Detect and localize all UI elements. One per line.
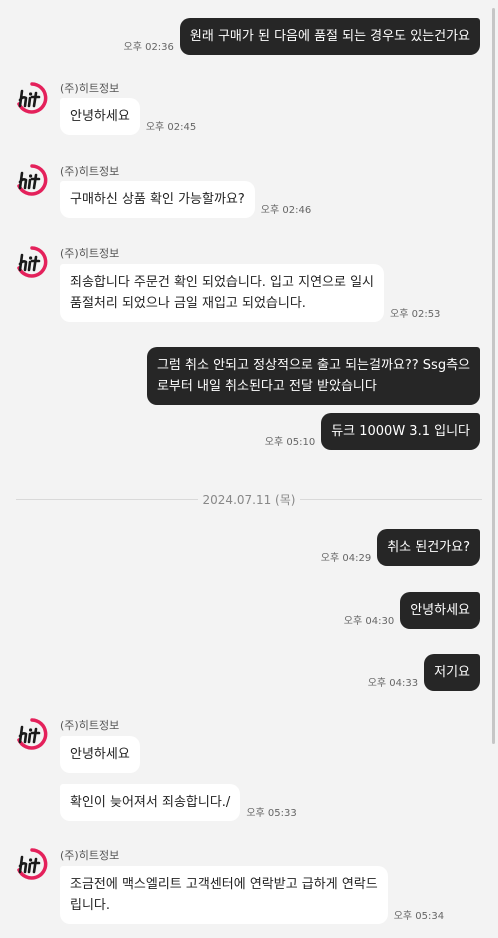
message-row-incoming: 안녕하세요 오후 02:45	[0, 98, 490, 135]
message-line: 로부터 내일 취소된다고 전달 받았습니다	[156, 379, 377, 394]
sender-name: (주)히트정보	[60, 849, 120, 862]
message-bubble-outgoing: 듀크 1000W 3.1 입니다	[321, 413, 480, 450]
message-line: 죄송합니다 주문건 확인 되었습니다. 입고 지연으로 일시	[70, 275, 375, 290]
message-line: 립니다.	[70, 898, 111, 913]
message-time: 오후 05:10	[264, 437, 316, 448]
chat-conversation: 오후 02:36 원래 구매가 된 다음에 품절 되는 경우도 있는건가요 (주…	[0, 0, 498, 938]
message-bubble-outgoing: 그럼 취소 안되고 정상적으로 출고 되는걸까요?? Ssg측으 로부터 내일 …	[146, 347, 480, 405]
message-time: 오후 02:53	[390, 309, 441, 320]
message-row-outgoing: 오후 05:10 듀크 1000W 3.1 입니다	[0, 413, 490, 450]
message-bubble-incoming: 안녕하세요	[60, 98, 140, 135]
sender-name: (주)히트정보	[60, 165, 120, 178]
message-bubble-outgoing: 안녕하세요	[400, 592, 480, 629]
message-time: 오후 05:33	[246, 808, 297, 819]
message-bubble-incoming: 확인이 늦어져서 죄송합니다./	[60, 784, 241, 821]
message-bubble-outgoing: 취소 된건가요?	[377, 529, 480, 566]
message-line: 조금전에 맥스엘리트 고객센터에 연락받고 급하게 연락드	[70, 877, 378, 892]
message-row-incoming: 죄송합니다 주문건 확인 되었습니다. 입고 지연으로 일시 품절처리 되었으나…	[0, 264, 490, 322]
message-row-outgoing: 오후 04:33 저기요	[0, 654, 490, 691]
message-row-incoming: 확인이 늦어져서 죄송합니다./ 오후 05:33	[0, 784, 490, 821]
message-time: 오후 04:29	[320, 553, 372, 564]
message-time: 오후 02:46	[260, 205, 312, 216]
message-line: 그럼 취소 안되고 정상적으로 출고 되는걸까요?? Ssg측으	[156, 358, 470, 373]
message-time: 오후 05:34	[393, 911, 445, 922]
message-bubble-incoming: 안녕하세요	[60, 736, 140, 773]
message-line: 품절처리 되었으나 금일 재입고 되었습니다.	[70, 296, 306, 311]
message-bubble-outgoing: 원래 구매가 된 다음에 품절 되는 경우도 있는건가요	[179, 18, 480, 55]
scrollbar[interactable]	[492, 8, 495, 744]
message-time: 오후 02:36	[123, 42, 174, 53]
message-bubble-incoming: 죄송합니다 주문건 확인 되었습니다. 입고 지연으로 일시 품절처리 되었으나…	[60, 264, 385, 322]
message-row-incoming: 조금전에 맥스엘리트 고객센터에 연락받고 급하게 연락드 립니다. 오후 05…	[0, 866, 490, 924]
message-time: 오후 04:30	[343, 616, 395, 627]
message-row-outgoing: 오후 02:36 원래 구매가 된 다음에 품절 되는 경우도 있는건가요	[0, 18, 490, 55]
message-time: 오후 04:33	[367, 678, 419, 689]
sender-name: (주)히트정보	[60, 719, 120, 732]
message-row-incoming: 안녕하세요	[0, 736, 490, 773]
message-row-incoming: 구매하신 상품 확인 가능할까요? 오후 02:46	[0, 181, 490, 218]
sender-name: (주)히트정보	[60, 247, 120, 260]
message-row-outgoing: 오후 04:30 안녕하세요	[0, 592, 490, 629]
message-time: 오후 02:45	[145, 122, 197, 133]
message-bubble-incoming: 구매하신 상품 확인 가능할까요?	[60, 181, 255, 218]
message-row-outgoing: 그럼 취소 안되고 정상적으로 출고 되는걸까요?? Ssg측으 로부터 내일 …	[0, 347, 490, 405]
sender-name: (주)히트정보	[60, 82, 120, 95]
message-bubble-incoming: 조금전에 맥스엘리트 고객센터에 연락받고 급하게 연락드 립니다.	[60, 866, 388, 924]
message-bubble-outgoing: 저기요	[424, 654, 480, 691]
date-divider-label: 2024.07.11 (목)	[198, 491, 300, 508]
message-row-outgoing: 오후 04:29 취소 된건가요?	[0, 529, 490, 566]
